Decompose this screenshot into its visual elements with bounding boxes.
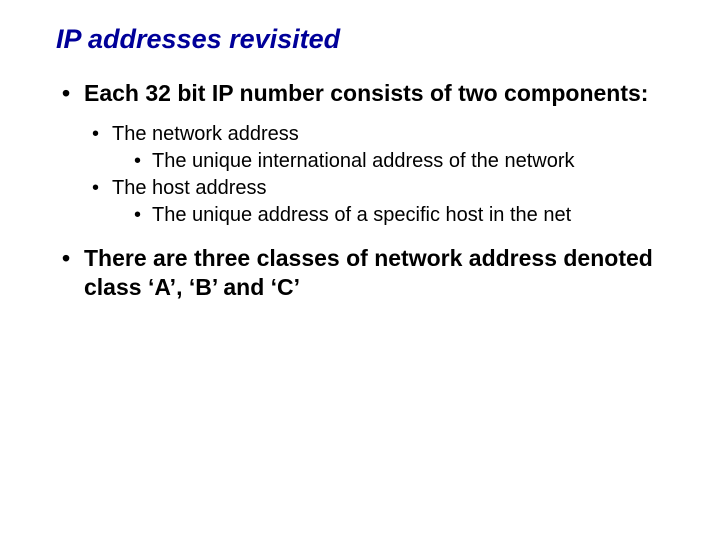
slide-title: IP addresses revisited <box>56 24 680 55</box>
bullet-level2: The network address <box>84 122 680 147</box>
bullet-level3: The unique international address of the … <box>126 149 680 174</box>
slide: IP addresses revisited Each 32 bit IP nu… <box>0 0 720 540</box>
bullet-level1: There are three classes of network addre… <box>56 244 680 302</box>
bullet-level1: Each 32 bit IP number consists of two co… <box>56 79 680 108</box>
bullet-list: Each 32 bit IP number consists of two co… <box>56 79 680 301</box>
bullet-level2: The host address <box>84 176 680 201</box>
bullet-level3: The unique address of a specific host in… <box>126 203 680 228</box>
